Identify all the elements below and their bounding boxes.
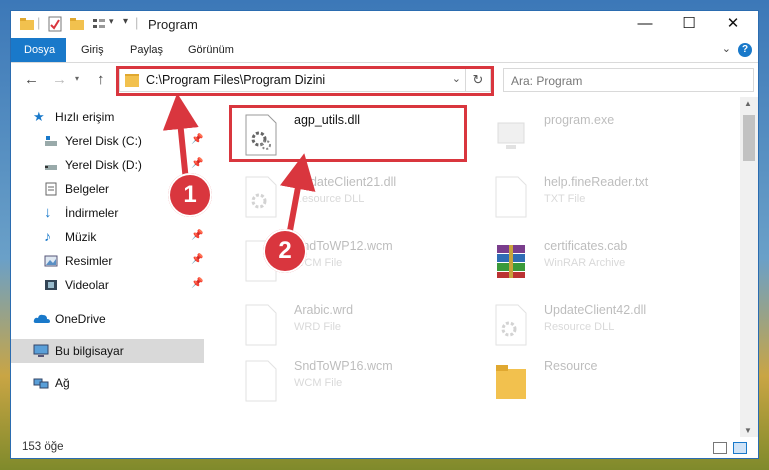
annotation-arrows [162, 93, 316, 237]
step-badge-1: 1 [168, 173, 212, 217]
explorer-window: | ▾ ▾ | Program — ☐ ✕ Dosya Giriş Paylaş… [10, 10, 759, 459]
step-badge-2: 2 [263, 229, 307, 273]
